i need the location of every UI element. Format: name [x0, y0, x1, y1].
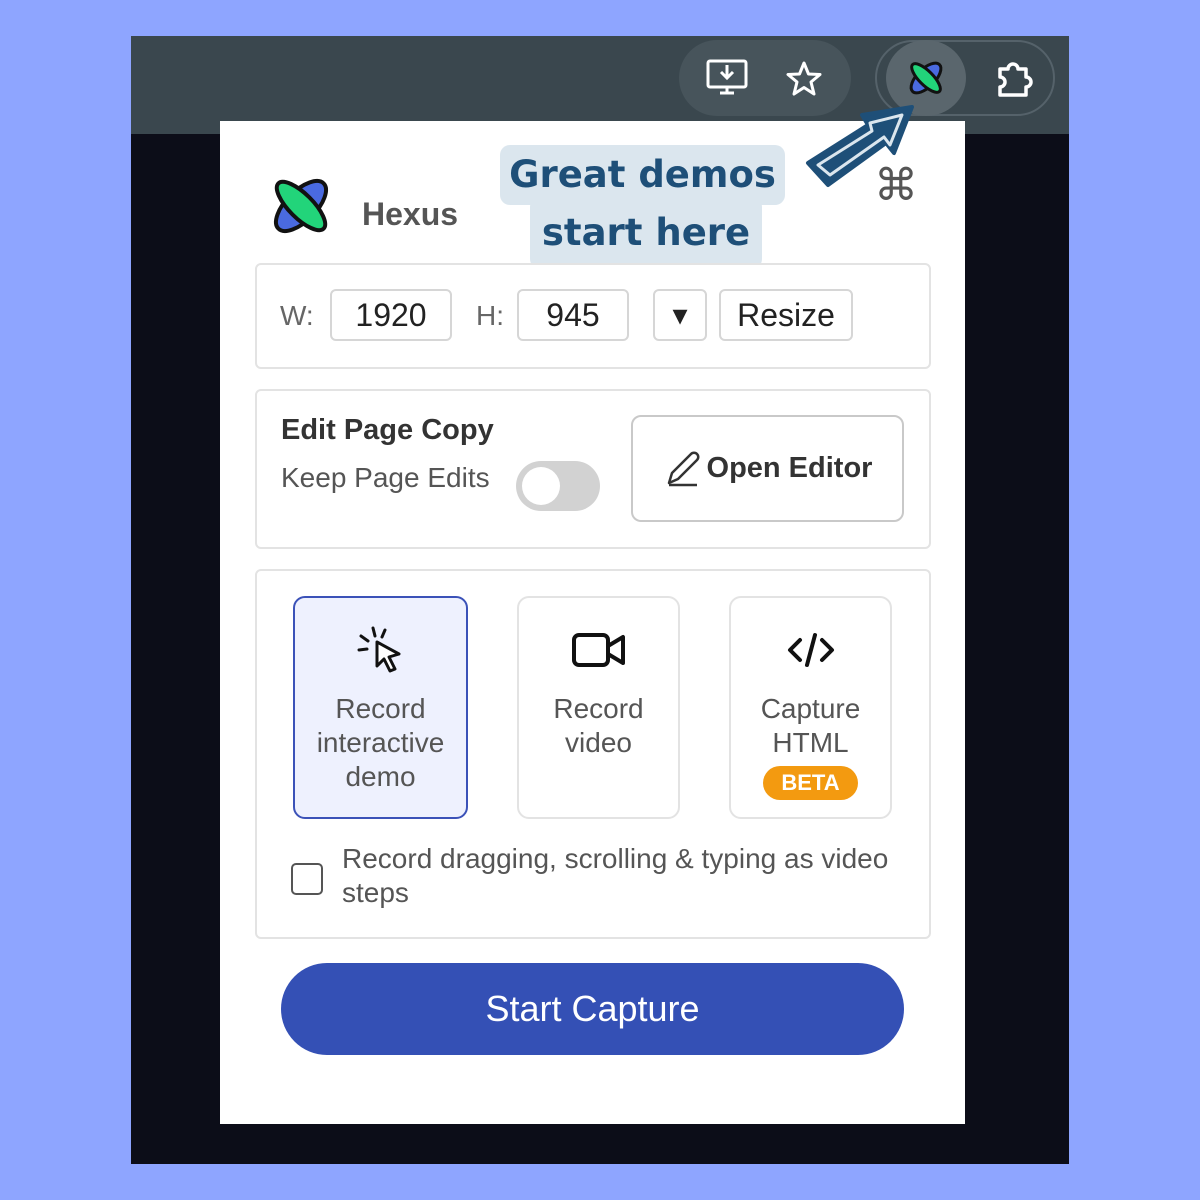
toggle-knob: [522, 467, 560, 505]
extensions-puzzle-icon[interactable]: [991, 56, 1037, 102]
option-capture-html[interactable]: Capture HTML BETA: [729, 596, 892, 819]
open-editor-button[interactable]: Open Editor: [631, 415, 904, 522]
hexus-logo-icon: [274, 179, 328, 233]
keep-edits-label: Keep Page Edits: [281, 462, 490, 493]
record-drag-checkbox[interactable]: [291, 863, 323, 895]
height-label: H:: [476, 300, 504, 331]
code-icon: [787, 633, 834, 667]
open-editor-label: Open Editor: [706, 452, 873, 484]
option-label: Record video: [553, 693, 644, 758]
cursor-click-icon: [357, 626, 400, 673]
width-label: W:: [280, 300, 314, 331]
keep-edits-toggle[interactable]: [516, 461, 600, 511]
install-app-icon[interactable]: [703, 58, 751, 98]
size-preset-dropdown[interactable]: ▾: [653, 289, 707, 341]
video-camera-icon: [571, 633, 625, 667]
width-input[interactable]: 1920: [330, 289, 452, 341]
resize-button[interactable]: Resize: [719, 289, 853, 341]
beta-badge: BETA: [763, 766, 858, 800]
option-label: Capture HTML: [760, 693, 861, 758]
edit-copy-title: Edit Page Copy: [281, 414, 494, 446]
callout-line-1: Great demos: [500, 145, 785, 205]
start-capture-button[interactable]: Start Capture: [281, 963, 904, 1055]
record-drag-label: Record dragging, scrolling & typing as v…: [342, 843, 889, 908]
brand-name: Hexus: [362, 196, 459, 232]
option-record-video[interactable]: Record video: [517, 596, 680, 819]
pencil-icon: [667, 451, 699, 486]
height-input[interactable]: 945: [517, 289, 629, 341]
bookmark-star-icon[interactable]: [783, 58, 825, 100]
arrow-annotation-icon: [806, 105, 914, 187]
option-label: Record interactive demo: [316, 693, 445, 792]
callout-line-2: start here: [530, 197, 762, 269]
hexus-extension-icon: [909, 61, 943, 95]
brand-logo: [265, 170, 337, 242]
option-record-interactive-demo[interactable]: Record interactive demo: [293, 596, 468, 819]
